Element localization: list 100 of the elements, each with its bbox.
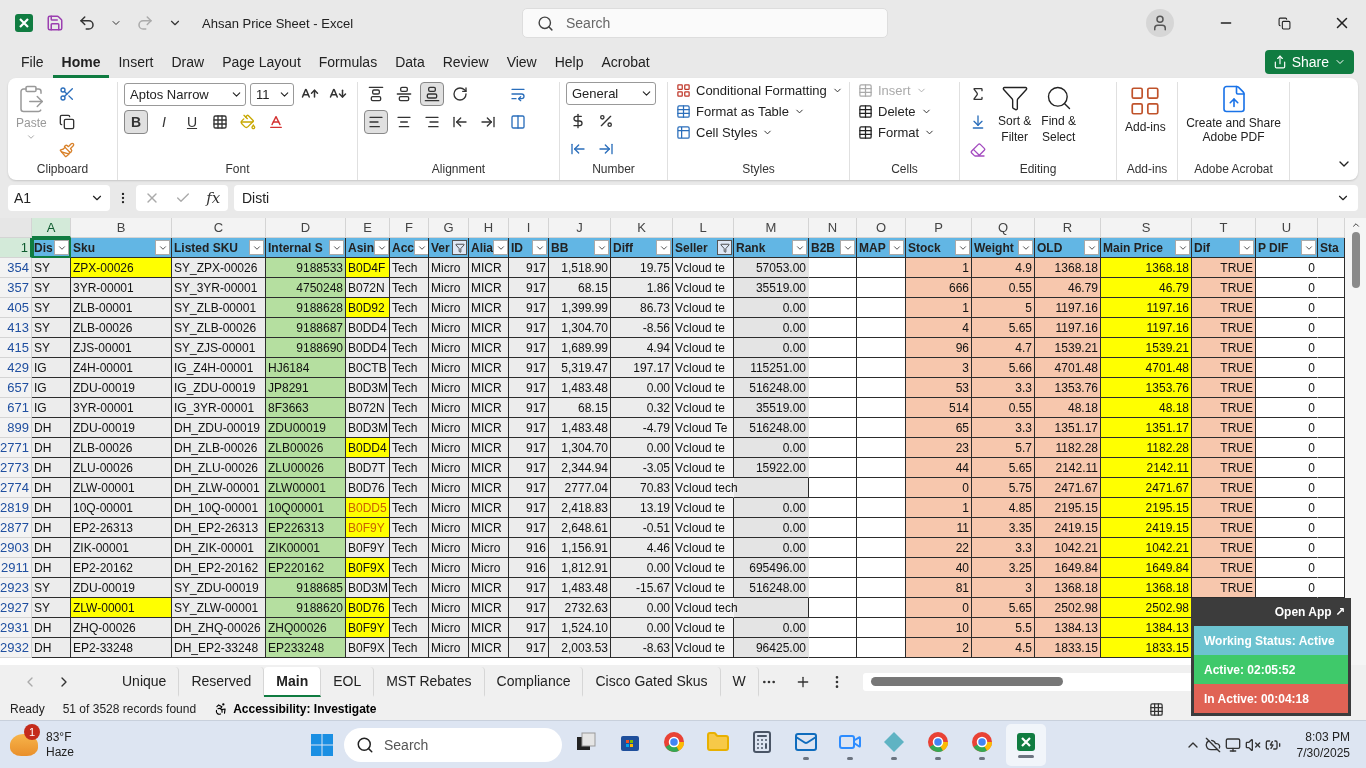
column-letter[interactable]: O	[857, 218, 906, 238]
sort-filter-button[interactable]: Sort & Filter	[996, 82, 1034, 162]
volume-muted-icon[interactable]	[1244, 736, 1261, 753]
font-style-button[interactable]: B	[124, 110, 148, 134]
column-letter[interactable]: H	[469, 218, 509, 238]
taskbar-search-field[interactable]: Search	[344, 727, 562, 762]
create-pdf-button[interactable]: Create and Share Adobe PDF	[1184, 82, 1283, 162]
save-icon[interactable]	[46, 14, 64, 32]
column-letter[interactable]: G	[429, 218, 469, 238]
clock[interactable]: 8:03 PM 7/30/2025	[1296, 729, 1356, 760]
fill-color-icon[interactable]	[240, 114, 256, 130]
cells-button[interactable]: Delete	[856, 103, 938, 120]
borders-icon[interactable]	[212, 114, 228, 130]
cell-styles-icon[interactable]	[676, 125, 691, 140]
row-number[interactable]: 429	[0, 358, 32, 378]
column-letter[interactable]: L	[673, 218, 734, 238]
column-letter[interactable]: K	[611, 218, 673, 238]
row-number[interactable]: 2923	[0, 578, 32, 598]
number-format-dropdown[interactable]: General	[566, 82, 656, 105]
column-letter[interactable]: B	[71, 218, 172, 238]
user-icon[interactable]	[1151, 14, 1169, 32]
row-number[interactable]: 2773	[0, 458, 32, 478]
menu-tab[interactable]: Acrobat	[592, 49, 659, 78]
sheet-tab[interactable]: Unique	[110, 666, 180, 697]
font-color-icon[interactable]	[268, 114, 284, 130]
menu-tab[interactable]: Formulas	[309, 49, 387, 78]
styles-button[interactable]: Cell Styles	[674, 124, 845, 141]
sheet-tab[interactable]: MST Rebates	[374, 666, 485, 697]
format-painter-icon[interactable]	[58, 142, 75, 158]
styles-button[interactable]: Conditional Formatting	[674, 82, 845, 99]
accessibility-button[interactable]: Accessibility: Investigate	[214, 702, 377, 716]
sheet-tab[interactable]: Cisco Gated Skus	[583, 666, 721, 697]
eraser-icon[interactable]	[970, 142, 986, 158]
search-icon[interactable]	[537, 14, 554, 32]
row-number[interactable]: 2903	[0, 538, 32, 558]
cells-button[interactable]: Format	[856, 124, 938, 141]
wrap-text-icon[interactable]	[510, 86, 526, 102]
row-number[interactable]: 2771	[0, 438, 32, 458]
column-letter[interactable]: D	[266, 218, 346, 238]
share-button[interactable]: Share	[1264, 50, 1354, 74]
row-number[interactable]: 413	[0, 318, 32, 338]
search-field[interactable]: Search	[522, 8, 888, 38]
horizontal-scrollbar-thumb[interactable]	[870, 677, 1063, 686]
accessibility-icon[interactable]	[214, 702, 229, 716]
column-letter[interactable]: U	[1256, 218, 1318, 238]
restore-icon[interactable]	[1277, 16, 1291, 30]
conditional-formatting-icon[interactable]	[676, 83, 691, 98]
user-avatar[interactable]	[1146, 9, 1174, 37]
menu-tab[interactable]: File	[12, 49, 53, 78]
row-number[interactable]: 357	[0, 278, 32, 298]
row-number[interactable]: 2774	[0, 478, 32, 498]
find-select-button[interactable]: Find & Select	[1039, 82, 1079, 162]
open-app-link[interactable]: Open App ↗	[1274, 605, 1345, 619]
row-number[interactable]: 2931	[0, 618, 32, 638]
font-style-button[interactable]: U	[180, 110, 204, 134]
row-number[interactable]: 657	[0, 378, 32, 398]
column-letter[interactable]: A	[32, 218, 71, 238]
percent-icon[interactable]	[598, 113, 614, 129]
table-icon[interactable]	[858, 125, 873, 140]
menu-tab[interactable]: Draw	[162, 49, 214, 78]
table-icon[interactable]	[858, 104, 873, 119]
monitor-icon[interactable]	[1224, 736, 1241, 753]
cloud-off-icon[interactable]	[1204, 736, 1221, 753]
normal-view-icon[interactable]	[1149, 701, 1164, 717]
column-letter[interactable]: E	[346, 218, 390, 238]
add-ins-button[interactable]: Add-ins	[1123, 82, 1168, 162]
insert-function-button[interactable]: fx	[206, 189, 221, 207]
row-number[interactable]: 671	[0, 398, 32, 418]
menu-tab[interactable]: Review	[433, 49, 498, 78]
row-number[interactable]: 354	[0, 258, 32, 278]
column-letter[interactable]: M	[734, 218, 809, 238]
menu-tab[interactable]: Data	[386, 49, 434, 78]
column-letter[interactable]: F	[390, 218, 429, 238]
cut-icon[interactable]	[58, 86, 75, 102]
row-number[interactable]: 2932	[0, 638, 32, 658]
currency-icon[interactable]	[570, 113, 586, 129]
row-number[interactable]: 899	[0, 418, 32, 438]
row-number[interactable]: 1	[0, 238, 32, 258]
menu-tab[interactable]: Page Layout	[213, 49, 310, 78]
funnel-icon[interactable]	[1000, 84, 1029, 112]
share-icon[interactable]	[1272, 55, 1287, 69]
fill-down-icon[interactable]	[970, 114, 986, 130]
font-name-dropdown[interactable]: Aptos Narrow	[124, 82, 246, 106]
sheet-tab[interactable]: Main	[264, 666, 322, 697]
row-number[interactable]: 415	[0, 338, 32, 358]
column-letter[interactable]: T	[1192, 218, 1256, 238]
menu-tab[interactable]: View	[497, 49, 546, 78]
vertical-scrollbar-thumb[interactable]	[1351, 232, 1360, 288]
decrease-decimal-icon[interactable]	[598, 141, 614, 157]
formula-field[interactable]: Disti	[234, 185, 1358, 211]
font-size-dropdown[interactable]: 11	[250, 82, 294, 106]
column-letter[interactable]: S	[1101, 218, 1192, 238]
undo-icon[interactable]	[78, 14, 96, 32]
start-icon[interactable]	[310, 732, 334, 757]
column-letter[interactable]: Q	[972, 218, 1035, 238]
search-icon[interactable]	[356, 735, 374, 754]
sheet-tab[interactable]: W	[720, 666, 759, 697]
column-letter[interactable]: N	[809, 218, 857, 238]
menu-tab[interactable]: Help	[545, 49, 593, 78]
row-number[interactable]: 2877	[0, 518, 32, 538]
